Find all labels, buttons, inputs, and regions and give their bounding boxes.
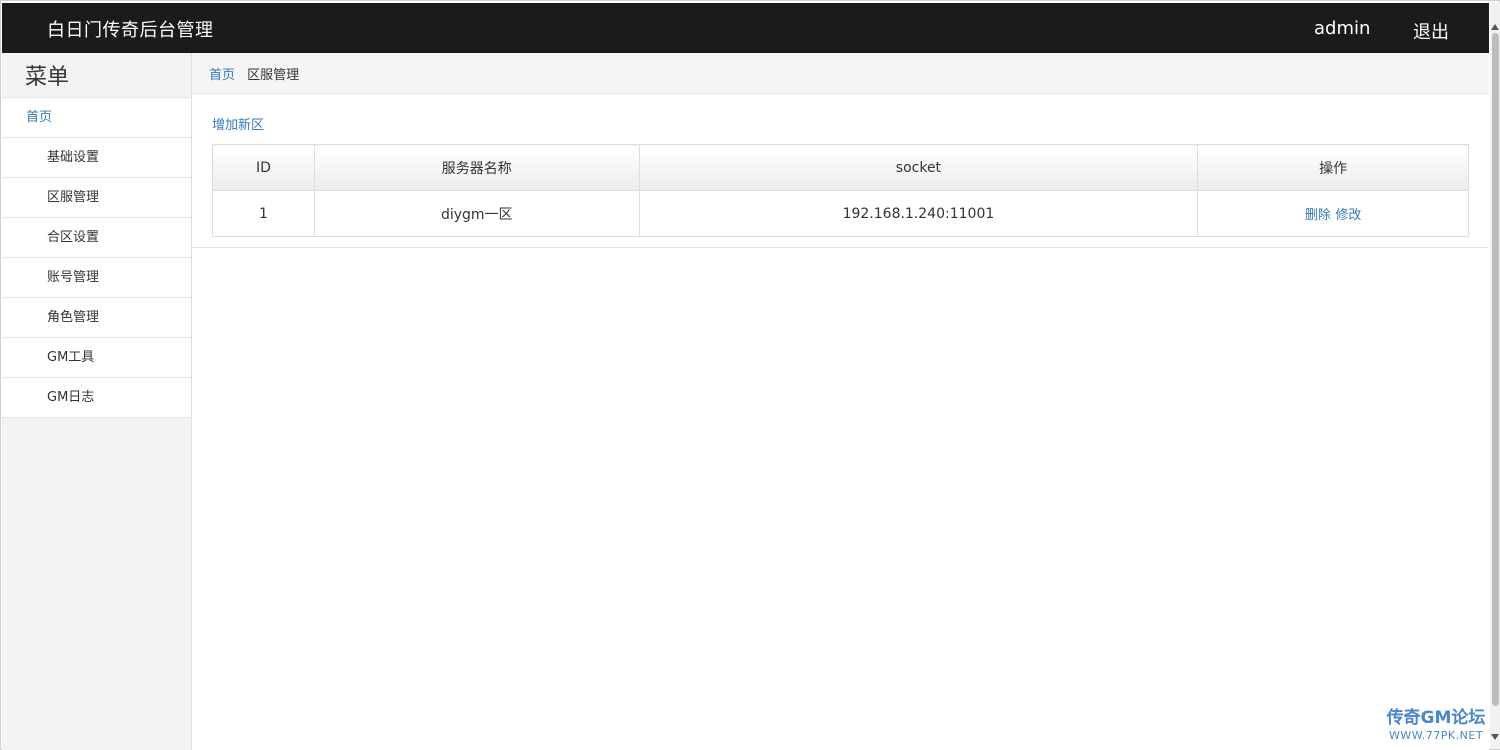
table-header-row: ID 服务器名称 socket 操作: [212, 144, 1469, 191]
scrollbar-thumb[interactable]: [1492, 33, 1499, 706]
scroll-up-arrow-icon[interactable]: [1491, 24, 1499, 30]
breadcrumb-current: 区服管理: [247, 68, 300, 83]
delete-link[interactable]: 删除: [1305, 208, 1331, 223]
breadcrumb-home-link[interactable]: 首页: [209, 68, 235, 83]
column-header-actions: 操作: [1197, 144, 1469, 191]
sidebar-item-server-management[interactable]: 区服管理: [2, 178, 191, 218]
breadcrumb: 首页 区服管理: [192, 53, 1489, 94]
table-row: 1 diygm一区 192.168.1.240:11001 删除 修改: [212, 190, 1469, 237]
app-title: 白日门传奇后台管理: [47, 20, 214, 41]
sidebar-item-merge-settings[interactable]: 合区设置: [2, 218, 191, 258]
app-window: 白日门传奇后台管理 admin 退出 菜单 首页 基础设置 区服管理 合区设置 …: [0, 0, 1500, 750]
scroll-down-arrow-icon[interactable]: [1491, 734, 1499, 740]
cell-socket: 192.168.1.240:11001: [638, 190, 1199, 237]
server-panel: 增加新区 ID 服务器名称 socket 操作 1 diygm一区 192.16…: [192, 94, 1489, 248]
sidebar-item-basic-settings[interactable]: 基础设置: [2, 138, 191, 178]
column-header-id: ID: [212, 144, 315, 191]
cell-server-name: diygm一区: [313, 190, 640, 237]
edit-link[interactable]: 修改: [1335, 208, 1361, 223]
sidebar-item-home[interactable]: 首页: [2, 98, 191, 138]
sidebar-item-role-management[interactable]: 角色管理: [2, 298, 191, 338]
cell-id: 1: [212, 190, 315, 237]
vertical-scrollbar[interactable]: [1490, 3, 1500, 749]
sidebar-item-account-management[interactable]: 账号管理: [2, 258, 191, 298]
logout-button[interactable]: 退出: [1413, 18, 1449, 44]
top-navbar: 白日门传奇后台管理 admin 退出: [2, 3, 1489, 53]
watermark-title: 传奇GM论坛: [1386, 708, 1486, 728]
server-table: ID 服务器名称 socket 操作 1 diygm一区 192.168.1.2…: [212, 144, 1469, 237]
current-user[interactable]: admin: [1314, 18, 1370, 39]
sidebar-item-gm-tools[interactable]: GM工具: [2, 338, 191, 378]
column-header-socket: socket: [638, 144, 1199, 191]
cell-actions: 删除 修改: [1197, 190, 1469, 237]
watermark: 传奇GM论坛 WWW.77PK.NET: [1380, 707, 1492, 743]
sidebar-item-gm-log[interactable]: GM日志: [2, 378, 191, 418]
sidebar-menu-title: 菜单: [2, 53, 191, 98]
watermark-url: WWW.77PK.NET: [1388, 729, 1484, 742]
column-header-server-name: 服务器名称: [313, 144, 640, 191]
add-server-link[interactable]: 增加新区: [212, 114, 264, 133]
main-content: 首页 区服管理 增加新区 ID 服务器名称 socket 操作 1 diygm一…: [192, 53, 1489, 750]
sidebar: 菜单 首页 基础设置 区服管理 合区设置 账号管理 角色管理 GM工具 GM日志: [2, 53, 192, 750]
